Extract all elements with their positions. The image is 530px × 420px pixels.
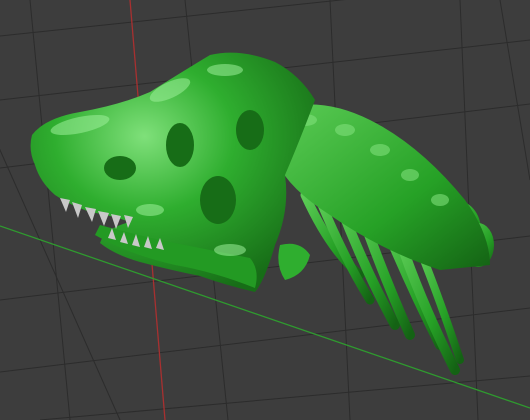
quadrate-bone — [278, 243, 310, 280]
3d-viewport[interactable] — [0, 0, 530, 420]
t-rex-skull-model[interactable] — [30, 52, 494, 375]
viewport-canvas[interactable] — [0, 0, 530, 420]
